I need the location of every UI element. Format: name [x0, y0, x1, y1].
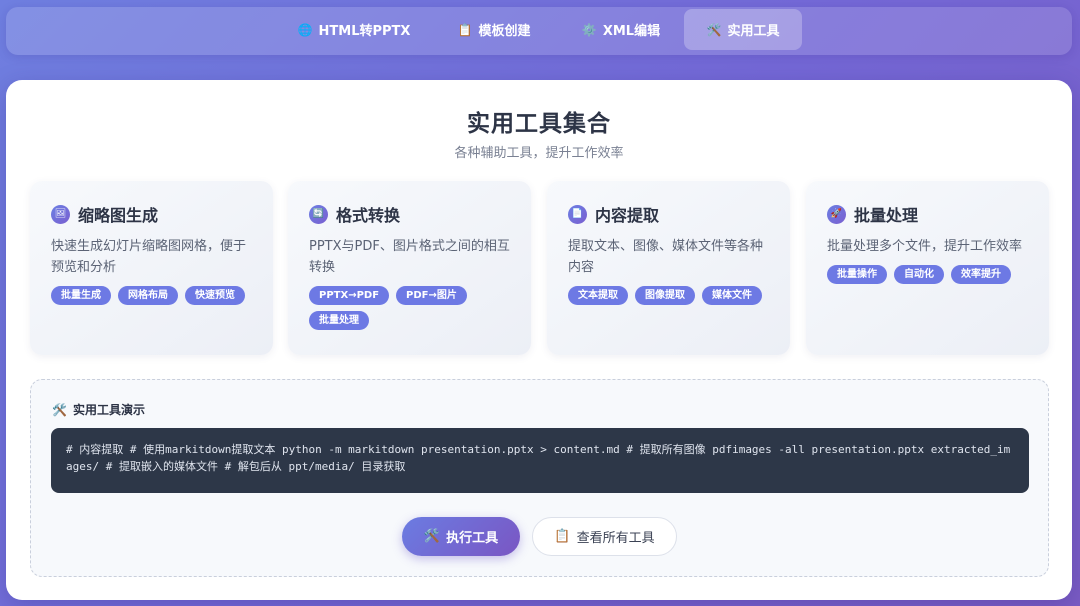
- tag-batch-process[interactable]: 批量处理: [309, 311, 369, 330]
- tag-efficiency[interactable]: 效率提升: [951, 265, 1011, 284]
- image-icon: 🖼: [51, 204, 70, 224]
- code-block: # 内容提取 # 使用markitdown提取文本 python -m mark…: [51, 428, 1029, 493]
- view-all-tools-button[interactable]: 📋 查看所有工具: [532, 517, 677, 556]
- tools-icon: 🛠️: [52, 402, 67, 417]
- run-tool-label: 执行工具: [446, 531, 499, 546]
- tag-batch-operation[interactable]: 批量操作: [827, 265, 887, 284]
- tab-template-create[interactable]: 📋 模板创建: [439, 9, 549, 50]
- card-description: 快速生成幻灯片缩略图网格，便于预览和分析: [51, 239, 247, 275]
- tag-text-extract[interactable]: 文本提取: [568, 286, 628, 305]
- rocket-icon: 🚀: [827, 204, 846, 224]
- card-title: 内容提取: [595, 206, 660, 225]
- tag-media-files[interactable]: 媒体文件: [702, 286, 762, 305]
- tag-grid-layout[interactable]: 网格布局: [118, 286, 178, 305]
- clipboard-icon: 📋: [457, 22, 473, 37]
- tab-html-to-pptx[interactable]: 🌐 HTML转PPTX: [289, 9, 419, 50]
- page-title: 实用工具集合: [467, 111, 611, 137]
- tools-icon: 🛠️: [423, 529, 441, 544]
- tools-icon: 🛠️: [706, 22, 722, 37]
- tab-label: 实用工具: [727, 24, 780, 39]
- tag-pdf-to-image[interactable]: PDF→图片: [396, 286, 467, 305]
- demo-title: 🛠️ 实用工具演示: [52, 401, 145, 418]
- view-all-tools-label: 查看所有工具: [576, 531, 655, 546]
- document-icon: 📄: [568, 204, 587, 224]
- card-content-extraction[interactable]: 📄 内容提取 提取文本、图像、媒体文件等各种内容 文本提取 图像提取 媒体文件: [547, 181, 790, 355]
- tool-demo-section: 🛠️ 实用工具演示 # 内容提取 # 使用markitdown提取文本 pyth…: [30, 379, 1049, 577]
- card-thumbnail-generation[interactable]: 🖼 缩略图生成 快速生成幻灯片缩略图网格，便于预览和分析 批量生成 网格布局 快…: [30, 181, 273, 355]
- tag-image-extract[interactable]: 图像提取: [635, 286, 695, 305]
- tab-label: 模板创建: [478, 24, 531, 39]
- card-description: PPTX与PDF、图片格式之间的相互转换: [309, 239, 510, 275]
- card-description: 批量处理多个文件，提升工作效率: [827, 239, 1023, 254]
- tab-xml-edit[interactable]: ⚙️ XML编辑: [566, 9, 676, 50]
- refresh-icon: 🔄: [309, 204, 328, 224]
- run-tool-button[interactable]: 🛠️ 执行工具: [402, 517, 520, 556]
- tab-label: HTML转PPTX: [318, 24, 411, 39]
- gear-icon: ⚙️: [581, 22, 597, 37]
- demo-title-text: 实用工具演示: [72, 403, 145, 417]
- top-nav: 🌐 HTML转PPTX 📋 模板创建 ⚙️ XML编辑 🛠️ 实用工具: [6, 7, 1072, 55]
- card-title: 格式转换: [336, 206, 401, 225]
- tag-pptx-to-pdf[interactable]: PPTX→PDF: [309, 286, 390, 305]
- card-format-conversion[interactable]: 🔄 格式转换 PPTX与PDF、图片格式之间的相互转换 PPTX→PDF PDF…: [288, 181, 531, 355]
- tag-quick-preview[interactable]: 快速预览: [185, 286, 245, 305]
- globe-icon: 🌐: [297, 22, 313, 37]
- tab-label: XML编辑: [602, 24, 661, 39]
- main-panel: 实用工具集合 各种辅助工具，提升工作效率 🖼 缩略图生成 快速生成幻灯片缩略图网…: [6, 80, 1072, 600]
- card-title: 批量处理: [854, 206, 919, 225]
- tag-batch-generate[interactable]: 批量生成: [51, 286, 111, 305]
- tab-utility-tools[interactable]: 🛠️ 实用工具: [684, 9, 802, 50]
- card-batch-processing[interactable]: 🚀 批量处理 批量处理多个文件，提升工作效率 批量操作 自动化 效率提升: [806, 181, 1049, 355]
- tag-automation[interactable]: 自动化: [894, 265, 944, 284]
- card-description: 提取文本、图像、媒体文件等各种内容: [568, 239, 764, 275]
- card-title: 缩略图生成: [78, 206, 159, 225]
- clipboard-icon: 📋: [554, 529, 571, 544]
- page-subtitle: 各种辅助工具，提升工作效率: [454, 146, 624, 161]
